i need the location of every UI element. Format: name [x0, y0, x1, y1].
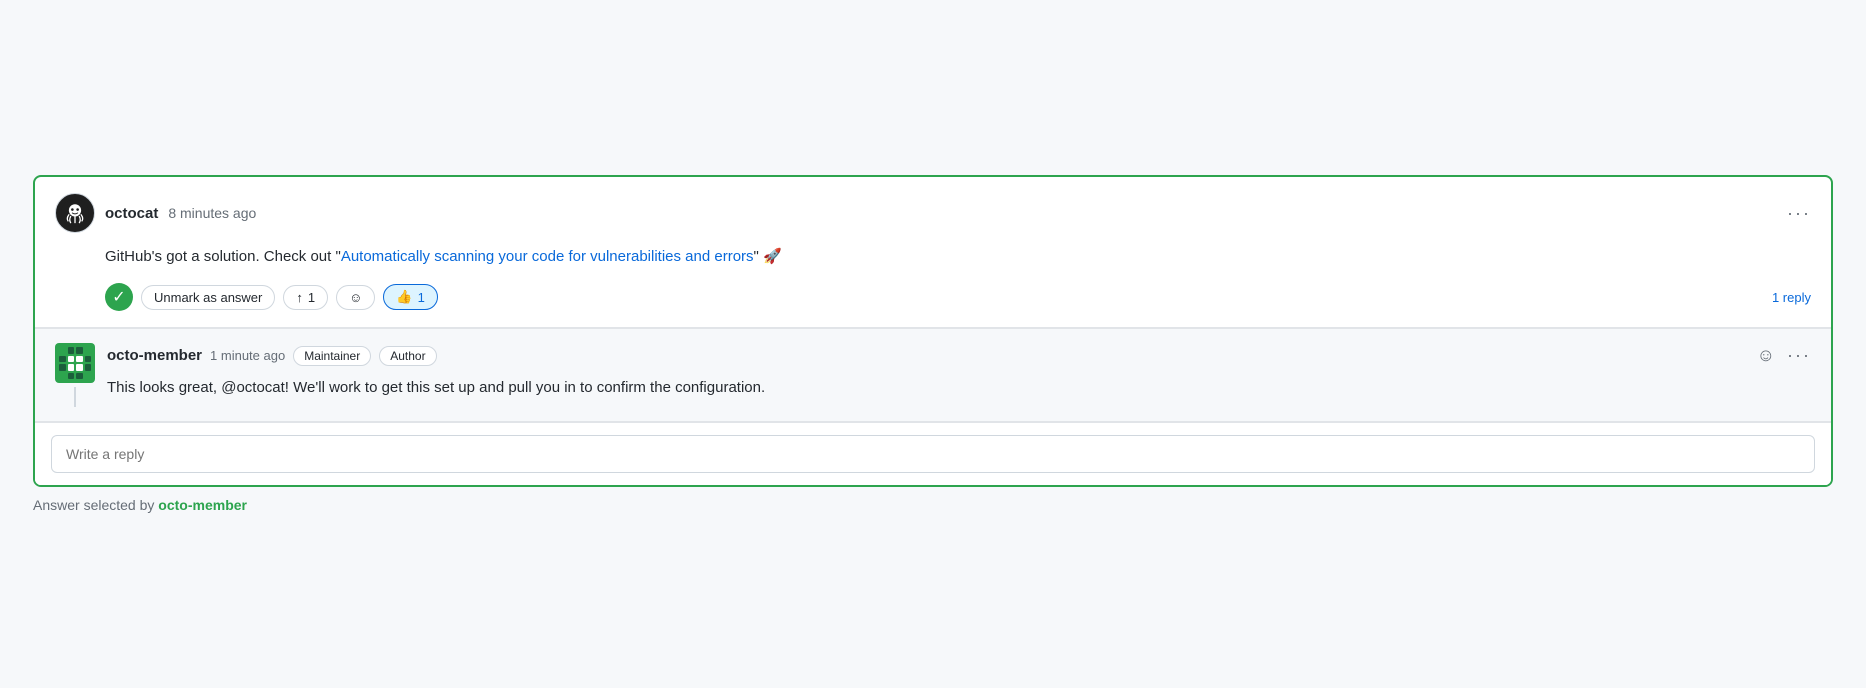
maintainer-badge: Maintainer	[293, 346, 371, 366]
reply-body: This looks great, @octocat! We'll work t…	[107, 376, 1811, 400]
thumbsup-emoji: 👍	[396, 289, 412, 305]
reply-emoji-button[interactable]: ☺	[1753, 343, 1779, 368]
reply-section: octo-member 1 minute ago Maintainer Auth…	[35, 328, 1831, 485]
author-badge: Author	[379, 346, 436, 366]
body-suffix: " 🚀	[754, 248, 782, 265]
upvote-count: 1	[308, 290, 315, 305]
reply-avatar	[55, 343, 95, 383]
emoji-icon: ☺	[349, 290, 362, 305]
page-container: octocat 8 minutes ago ··· GitHub's got a…	[33, 175, 1833, 513]
write-reply-input[interactable]	[51, 435, 1815, 473]
emoji-picker-button[interactable]: ☺	[336, 285, 375, 310]
timeline-line	[74, 387, 76, 407]
footer-prefix: Answer selected by	[33, 497, 158, 513]
upvote-icon: ↑	[296, 290, 303, 305]
comment-actions: ✓ Unmark as answer ↑ 1 ☺ 👍 1 1 reply	[55, 283, 1811, 311]
reply-content: octo-member 1 minute ago Maintainer Auth…	[107, 343, 1811, 400]
reply-timestamp: 1 minute ago	[210, 348, 285, 363]
answer-footer: Answer selected by octo-member	[33, 497, 1833, 513]
reply-body-text: This looks great, @octocat! We'll work t…	[107, 379, 765, 396]
reply-avatar-col	[55, 343, 95, 407]
comment-thread: octocat 8 minutes ago ··· GitHub's got a…	[33, 175, 1833, 487]
body-link[interactable]: Automatically scanning your code for vul…	[341, 248, 754, 265]
answer-check-icon: ✓	[105, 283, 133, 311]
reply-comment: octo-member 1 minute ago Maintainer Auth…	[35, 329, 1831, 422]
footer-selector: octo-member	[158, 497, 247, 513]
reply-actions-right: ☺ ···	[1753, 343, 1811, 368]
write-reply-box	[35, 422, 1831, 485]
main-comment-body: GitHub's got a solution. Check out "Auto…	[55, 245, 1811, 269]
thumbsup-reaction-button[interactable]: 👍 1	[383, 284, 437, 310]
reply-author-name: octo-member	[107, 347, 202, 364]
upvote-button[interactable]: ↑ 1	[283, 285, 328, 310]
main-timestamp: 8 minutes ago	[168, 205, 256, 221]
reply-count[interactable]: 1 reply	[1772, 290, 1811, 305]
main-comment: octocat 8 minutes ago ··· GitHub's got a…	[35, 177, 1831, 328]
author-row: octocat 8 minutes ago	[55, 193, 256, 233]
reply-header: octo-member 1 minute ago Maintainer Auth…	[107, 343, 1811, 368]
body-prefix: GitHub's got a solution. Check out	[105, 248, 336, 265]
comment-header: octocat 8 minutes ago ···	[55, 193, 1811, 233]
reply-inner: octo-member 1 minute ago Maintainer Auth…	[55, 343, 1811, 407]
unmark-answer-button[interactable]: Unmark as answer	[141, 285, 275, 310]
main-author-name: octocat	[105, 205, 158, 222]
thumbsup-count: 1	[418, 290, 425, 305]
avatar	[55, 193, 95, 233]
reply-more-options[interactable]: ···	[1787, 345, 1811, 366]
more-options-button[interactable]: ···	[1787, 203, 1811, 224]
